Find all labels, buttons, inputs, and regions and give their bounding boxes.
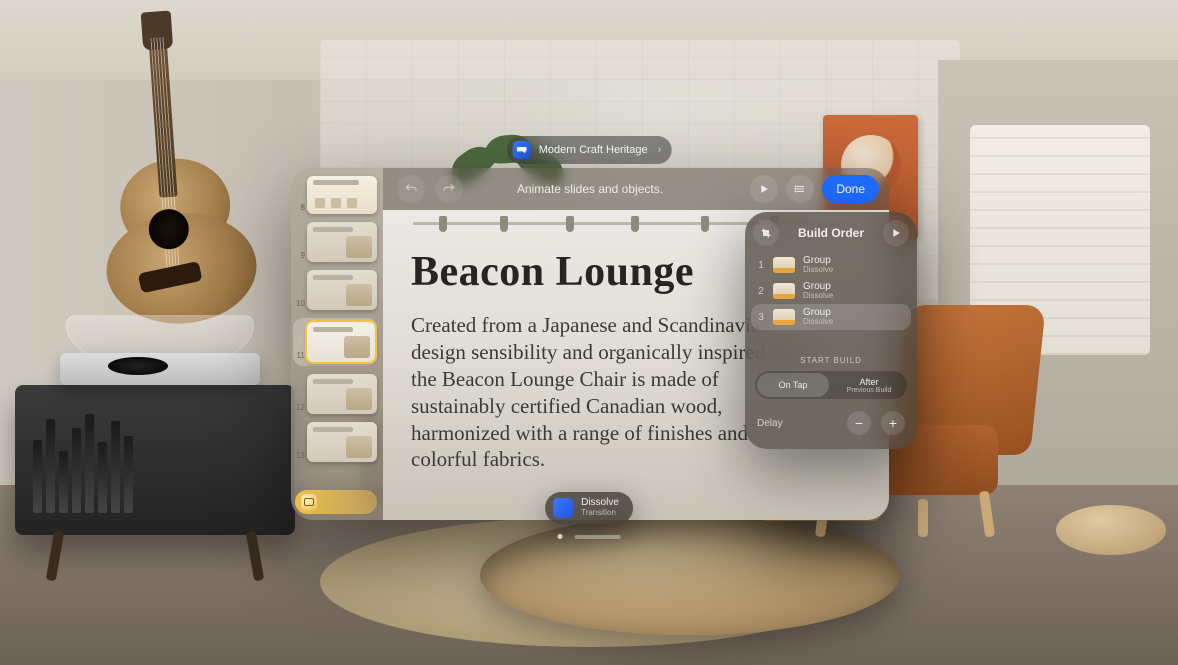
delay-stepper: − +: [847, 411, 905, 435]
build-row-selected[interactable]: 3 GroupDissolve: [751, 304, 911, 330]
build-thumb: [773, 309, 795, 325]
build-index: 1: [757, 260, 765, 271]
slide-number: 12: [295, 403, 307, 414]
play-icon: [758, 183, 770, 195]
build-effect: Dissolve: [803, 318, 833, 326]
build-thumb: [773, 283, 795, 299]
build-effect: Dissolve: [803, 266, 833, 274]
animate-toolbar: Animate slides and objects. Done: [291, 168, 889, 210]
play-icon: [890, 227, 902, 239]
transition-chip[interactable]: Dissolve Transition: [545, 492, 633, 524]
pager-dot[interactable]: [558, 534, 563, 539]
build-row[interactable]: 2 GroupDissolve: [751, 278, 911, 304]
window-title-pill[interactable]: Modern Craft Heritage ›: [507, 136, 672, 164]
record-player: [60, 315, 260, 385]
done-button[interactable]: Done: [822, 175, 879, 203]
window-pager[interactable]: [558, 534, 621, 539]
start-build-segmented[interactable]: On Tap After Previous Build: [755, 371, 907, 399]
slide-thumb[interactable]: 13: [295, 422, 377, 462]
slide-number: 13: [295, 451, 307, 462]
presenter-display-button[interactable]: [295, 490, 377, 514]
slide-number: 9: [295, 251, 307, 262]
delay-label: Delay: [757, 418, 783, 429]
build-row[interactable]: 1 GroupDissolve: [751, 252, 911, 278]
slide-thumb[interactable]: 12: [295, 374, 377, 414]
delay-increase-button[interactable]: +: [881, 411, 905, 435]
builds-icon: [760, 227, 772, 239]
pager-bar[interactable]: [575, 535, 621, 539]
slide-thumb-selected[interactable]: 11: [293, 318, 377, 366]
segment-on-tap[interactable]: On Tap: [757, 373, 829, 397]
acoustic-guitar: [29, 12, 280, 337]
presenter-display-icon: [301, 494, 317, 510]
transition-icon: [553, 498, 573, 518]
build-order-panel: Build Order 1 GroupDissolve 2 GroupDisso…: [745, 212, 917, 449]
slide-number: 11: [295, 351, 307, 362]
build-thumb: [773, 257, 795, 273]
slide-thumb[interactable]: 10: [295, 270, 377, 310]
slide-navigator[interactable]: 8 9 10 11 12 13: [291, 168, 383, 520]
build-index: 3: [757, 312, 765, 323]
play-button[interactable]: [750, 175, 778, 203]
slide-thumb[interactable]: 9: [295, 222, 377, 262]
preview-builds-button[interactable]: [883, 220, 909, 246]
media-credenza: [15, 385, 295, 535]
panel-title: Build Order: [798, 226, 864, 240]
side-table: [1056, 505, 1166, 555]
view-options-button[interactable]: [786, 175, 814, 203]
keynote-app-icon: [513, 141, 531, 159]
build-index: 2: [757, 286, 765, 297]
segment-after-previous[interactable]: After Previous Build: [831, 371, 907, 399]
list-icon: [794, 183, 806, 195]
build-effect: Dissolve: [803, 292, 833, 300]
start-build-label: START BUILD: [745, 356, 917, 365]
slide-number: 10: [295, 299, 307, 310]
transition-kind: Transition: [581, 508, 619, 518]
document-title: Modern Craft Heritage: [539, 144, 648, 156]
builds-button[interactable]: [753, 220, 779, 246]
delay-decrease-button[interactable]: −: [847, 411, 871, 435]
chevron-right-icon: ›: [656, 144, 662, 156]
transition-name: Dissolve: [581, 498, 619, 508]
